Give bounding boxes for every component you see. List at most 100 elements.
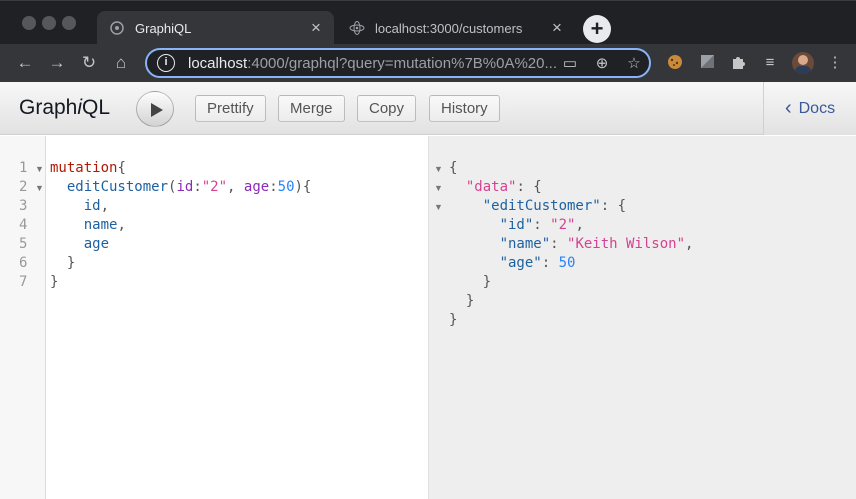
tab-title: GraphiQL bbox=[135, 20, 192, 36]
tab-title: localhost:3000/customers bbox=[375, 20, 523, 36]
cookie-extension-icon[interactable] bbox=[666, 54, 684, 72]
punctuation-token: ){ bbox=[294, 179, 312, 195]
punctuation-token: } bbox=[50, 274, 59, 290]
field-token: id bbox=[83, 198, 101, 214]
field-token: editCustomer bbox=[66, 179, 169, 195]
history-button[interactable]: History bbox=[429, 95, 500, 122]
result-line: "editCustomer": { bbox=[482, 198, 627, 214]
punctuation-token: , bbox=[117, 217, 126, 233]
string-token: "2" bbox=[550, 217, 576, 233]
back-arrow-icon[interactable]: ← bbox=[15, 53, 35, 73]
result-viewer: ▼ ▼ ▼ { "data": { "editCustomer": { "id"… bbox=[429, 136, 856, 499]
argument-token: id bbox=[176, 179, 194, 195]
logo-part: QL bbox=[82, 96, 111, 119]
fold-arrow-icon[interactable]: ▼ bbox=[35, 164, 44, 174]
avatar[interactable] bbox=[792, 52, 814, 74]
string-token: "2" bbox=[201, 179, 228, 195]
number-token: 50 bbox=[558, 255, 576, 271]
field-token: age bbox=[83, 236, 110, 252]
graphiql-logo: GraphiQL bbox=[19, 96, 110, 120]
graphiql-app: GraphiQL Prettify Merge Copy History ‹ D… bbox=[0, 82, 856, 499]
key-token: "id" bbox=[499, 217, 534, 233]
code-line: } bbox=[50, 274, 58, 290]
line-number: 7 bbox=[19, 274, 28, 290]
fold-arrow-icon[interactable]: ▼ bbox=[434, 164, 443, 174]
prettify-button[interactable]: Prettify bbox=[195, 95, 266, 122]
docs-button[interactable]: ‹ Docs bbox=[763, 82, 856, 135]
media-queue-icon[interactable]: ≡ bbox=[761, 54, 779, 72]
zoom-window-dot[interactable] bbox=[62, 16, 76, 30]
new-tab-button[interactable]: + bbox=[583, 15, 611, 43]
code-line: editCustomer(id:"2", age:50){ bbox=[50, 179, 312, 195]
punctuation-token: { bbox=[449, 160, 458, 176]
close-icon[interactable]: × bbox=[545, 18, 569, 38]
merge-button[interactable]: Merge bbox=[278, 95, 345, 122]
browser-tab-strip: GraphiQL × localhost:3000/customers × + bbox=[0, 0, 856, 45]
browser-toolbar: ← → ↻ ⌂ i localhost:4000/graphql?query=m… bbox=[0, 44, 856, 82]
forward-arrow-icon[interactable]: → bbox=[47, 53, 67, 73]
minimize-window-dot[interactable] bbox=[42, 16, 56, 30]
react-icon bbox=[349, 20, 365, 36]
field-token: name bbox=[83, 217, 118, 233]
key-token: "data" bbox=[465, 179, 517, 195]
code-line: id, bbox=[50, 198, 109, 214]
line-number: 3 bbox=[19, 198, 28, 214]
key-token: "editCustomer" bbox=[482, 198, 601, 214]
fold-arrow-icon[interactable]: ▼ bbox=[434, 202, 443, 212]
result-line: "data": { bbox=[465, 179, 542, 195]
argument-token: age bbox=[243, 179, 270, 195]
line-number: 5 bbox=[19, 236, 28, 252]
line-number: 2 bbox=[19, 179, 28, 195]
fold-arrow-icon[interactable]: ▼ bbox=[434, 183, 443, 193]
url-path: :4000/graphql?query=mutation%7B%0A%20... bbox=[247, 54, 557, 72]
execute-query-button[interactable] bbox=[136, 91, 174, 127]
kebab-menu-icon[interactable]: ⋮ bbox=[826, 54, 844, 72]
extension-square-icon[interactable] bbox=[698, 54, 716, 72]
tab-customers[interactable]: localhost:3000/customers × bbox=[337, 11, 575, 45]
punctuation-token: , bbox=[100, 198, 110, 214]
punctuation-token: , bbox=[227, 179, 244, 195]
info-icon[interactable]: i bbox=[157, 54, 175, 72]
address-bar[interactable]: i localhost:4000/graphql?query=mutation%… bbox=[145, 48, 651, 78]
line-number-gutter: 1 2 3 4 5 6 7 ▼ ▼ bbox=[0, 136, 46, 499]
punctuation-token: } bbox=[66, 255, 76, 271]
play-icon bbox=[151, 103, 163, 117]
zoom-icon[interactable]: ⊕ bbox=[593, 55, 611, 73]
punctuation-token: } bbox=[449, 312, 458, 328]
close-icon[interactable]: × bbox=[304, 18, 328, 38]
punctuation-token: } bbox=[482, 274, 492, 290]
fold-arrow-icon[interactable]: ▼ bbox=[35, 183, 44, 193]
number-token: 50 bbox=[277, 179, 295, 195]
code-line: } bbox=[50, 255, 75, 271]
reload-icon[interactable]: ↻ bbox=[79, 53, 99, 73]
punctuation-token: : bbox=[269, 179, 278, 195]
line-number: 6 bbox=[19, 255, 28, 271]
result-line: "name": "Keith Wilson", bbox=[499, 236, 694, 252]
bookmark-star-icon[interactable]: ☆ bbox=[625, 55, 643, 73]
logo-part: Graph bbox=[19, 96, 78, 119]
copy-button[interactable]: Copy bbox=[357, 95, 417, 122]
key-token: "name" bbox=[499, 236, 551, 252]
line-number: 1 bbox=[19, 160, 28, 176]
home-icon[interactable]: ⌂ bbox=[111, 53, 131, 73]
puzzle-extensions-icon[interactable] bbox=[729, 54, 747, 72]
punctuation-token: } bbox=[465, 293, 475, 309]
close-window-dot[interactable] bbox=[22, 16, 36, 30]
result-line: } bbox=[449, 274, 491, 290]
query-editor[interactable]: 1 2 3 4 5 6 7 ▼ ▼ mutation{ editCustomer… bbox=[0, 136, 428, 499]
url-host: localhost bbox=[188, 54, 248, 72]
code-line: mutation{ bbox=[50, 160, 126, 176]
string-token: "Keith Wilson" bbox=[567, 236, 686, 252]
url-text[interactable]: localhost:4000/graphql?query=mutation%7B… bbox=[188, 55, 558, 72]
result-line: "age": 50 bbox=[499, 255, 576, 271]
punctuation-token: { bbox=[117, 160, 126, 176]
keyword-token: mutation bbox=[50, 160, 118, 176]
graphiql-topbar: GraphiQL Prettify Merge Copy History ‹ D… bbox=[0, 82, 856, 135]
result-line: "id": "2", bbox=[499, 217, 584, 233]
punctuation-token: : bbox=[193, 179, 202, 195]
cast-icon[interactable]: ▭ bbox=[561, 55, 579, 73]
result-line: } bbox=[449, 293, 474, 309]
tab-graphiql[interactable]: GraphiQL × bbox=[97, 11, 334, 45]
graphql-icon bbox=[109, 20, 125, 36]
docs-label: Docs bbox=[798, 99, 836, 117]
